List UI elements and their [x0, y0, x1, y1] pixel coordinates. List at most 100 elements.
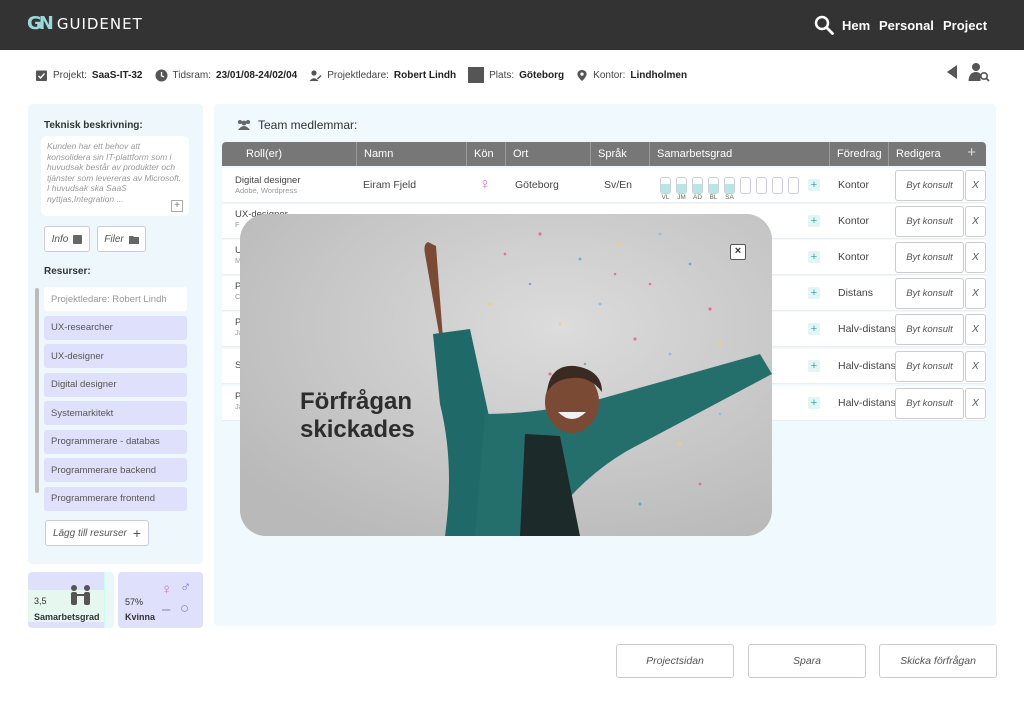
- resource-programmer-frontend[interactable]: Programmerare frontend: [44, 486, 187, 511]
- users-icon: [238, 120, 250, 130]
- col-language[interactable]: Språk: [591, 142, 650, 166]
- close-modal-button[interactable]: ×: [730, 244, 746, 260]
- swap-consultant-button[interactable]: Byt konsult: [895, 278, 964, 309]
- info-place-value: Göteborg: [519, 69, 565, 81]
- resource-programmer-backend[interactable]: Programmerare backend: [44, 458, 187, 482]
- team-people-icon: [71, 585, 90, 605]
- remove-member-button[interactable]: X: [965, 278, 986, 309]
- remove-member-button[interactable]: X: [965, 242, 986, 273]
- collab-bar: [724, 177, 735, 194]
- add-resource-button[interactable]: Lägg till resurser +: [45, 520, 149, 546]
- remove-member-button[interactable]: X: [965, 314, 986, 345]
- tech-description-box[interactable]: Kunden har ett behov att konsolidera sin…: [41, 136, 189, 216]
- member-preference: Kontor: [838, 179, 869, 191]
- member-language: Sv/En: [604, 179, 633, 191]
- add-collab-button[interactable]: +: [808, 215, 820, 227]
- nav-personal[interactable]: Personal: [879, 18, 934, 33]
- collab-bar: [772, 177, 783, 194]
- logo-text: GUIDENET: [56, 14, 143, 33]
- member-city: Göteborg: [515, 179, 559, 191]
- modal-title-line1: Förfrågan: [300, 388, 413, 415]
- project-info-row: Projekt: SaaS-IT-32 Tidsram: 23/01/08-24…: [35, 66, 699, 84]
- info-button-label: Info: [51, 233, 69, 245]
- project-page-button[interactable]: Projectsidan: [616, 644, 734, 678]
- info-manager-label: Projektledare:: [327, 69, 389, 81]
- resources-scrollbar[interactable]: [35, 288, 39, 493]
- col-city[interactable]: Ort: [506, 142, 591, 166]
- expand-description-button[interactable]: +: [171, 200, 183, 212]
- add-collab-button[interactable]: +: [808, 360, 820, 372]
- folder-icon: [128, 235, 139, 244]
- map-pin-icon: [577, 69, 587, 81]
- resource-digital-designer[interactable]: Digital designer: [44, 372, 187, 397]
- dash-icon: –: [162, 601, 171, 618]
- info-project-label: Projekt:: [53, 69, 87, 81]
- initial-label: BL: [709, 194, 718, 201]
- member-preference: Kontor: [838, 251, 869, 263]
- resource-ux-researcher[interactable]: UX-researcher: [44, 315, 187, 340]
- add-resource-label: Lägg till resurser: [52, 527, 127, 539]
- user-search-icon[interactable]: [968, 62, 990, 82]
- remove-member-button[interactable]: X: [965, 170, 986, 201]
- gender-value: 57%: [125, 597, 144, 607]
- info-office: Kontor: Lindholmen: [576, 68, 687, 83]
- resource-project-manager[interactable]: Projektledare: Robert Lindh: [44, 287, 187, 311]
- swap-consultant-button[interactable]: Byt konsult: [895, 388, 964, 419]
- swap-consultant-button[interactable]: Byt konsult: [895, 206, 964, 237]
- member-preference: Kontor: [838, 215, 869, 227]
- place-square-icon: [468, 67, 485, 83]
- col-collaboration[interactable]: Samarbetsgrad: [650, 142, 830, 166]
- initial-label: SA: [725, 194, 734, 201]
- info-project: Projekt: SaaS-IT-32: [35, 69, 143, 82]
- search-icon[interactable]: [814, 15, 834, 35]
- resource-system-architect[interactable]: Systemarkitekt: [44, 401, 187, 425]
- member-preference: Halv-distans: [838, 360, 896, 372]
- col-gender[interactable]: Kön: [467, 142, 506, 166]
- resources-title: Resurser:: [44, 266, 91, 277]
- tech-description-text: Kunden har ett behov att konsolidera sin…: [47, 141, 182, 204]
- collab-bar: [708, 177, 719, 194]
- table-row[interactable]: Digital designer Adobe, Wordpress Eiram …: [222, 168, 986, 203]
- swap-consultant-button[interactable]: Byt konsult: [895, 170, 964, 201]
- send-request-button[interactable]: Skicka förfrågan: [879, 644, 997, 678]
- col-role[interactable]: Roll(er): [222, 142, 357, 166]
- add-collab-button[interactable]: +: [808, 179, 820, 191]
- logo[interactable]: GN GUIDENET: [27, 13, 143, 34]
- initial-label: JM: [677, 194, 686, 201]
- nav-project[interactable]: Project: [943, 18, 987, 33]
- swap-consultant-button[interactable]: Byt konsult: [895, 351, 964, 382]
- info-project-value: SaaS-IT-32: [91, 69, 143, 81]
- swap-consultant-button[interactable]: Byt konsult: [895, 242, 964, 273]
- back-arrow-icon[interactable]: [946, 64, 958, 80]
- col-name[interactable]: Namn: [357, 142, 467, 166]
- member-preference: Distans: [838, 287, 874, 299]
- info-project-manager: Projektledare: Robert Lindh: [309, 69, 456, 82]
- remove-member-button[interactable]: X: [965, 388, 986, 419]
- member-preference: Halv-distans: [838, 323, 896, 335]
- role-cell: Digital designer Adobe, Wordpress: [235, 175, 300, 195]
- venus-icon: ♀: [161, 581, 173, 598]
- remove-member-button[interactable]: X: [965, 351, 986, 382]
- collab-initials: VL JM AD BL SA: [660, 194, 735, 201]
- add-collab-button[interactable]: +: [808, 323, 820, 335]
- add-member-button[interactable]: +: [967, 144, 976, 161]
- modal-title-line2: skickades: [300, 416, 415, 443]
- collaboration-scale: [104, 572, 114, 628]
- member-name: Eiram Fjeld: [363, 179, 417, 191]
- add-collab-button[interactable]: +: [808, 397, 820, 409]
- add-collab-button[interactable]: +: [808, 287, 820, 299]
- files-button[interactable]: Filer: [97, 226, 146, 252]
- nav-home[interactable]: Hem: [842, 18, 870, 33]
- resource-programmer-database[interactable]: Programmerare - databas: [44, 429, 187, 454]
- clock-icon: [155, 69, 167, 81]
- info-button[interactable]: Info: [44, 226, 90, 252]
- add-collab-button[interactable]: +: [808, 251, 820, 263]
- confirmation-modal: × Förfrågan skickades: [240, 214, 772, 536]
- logo-mark: GN: [27, 13, 54, 34]
- col-preference[interactable]: Föredrag: [830, 142, 889, 166]
- info-icon: [73, 234, 83, 244]
- remove-member-button[interactable]: X: [965, 206, 986, 237]
- swap-consultant-button[interactable]: Byt konsult: [895, 314, 964, 345]
- save-button[interactable]: Spara: [748, 644, 866, 678]
- resource-ux-designer[interactable]: UX-designer: [44, 344, 187, 368]
